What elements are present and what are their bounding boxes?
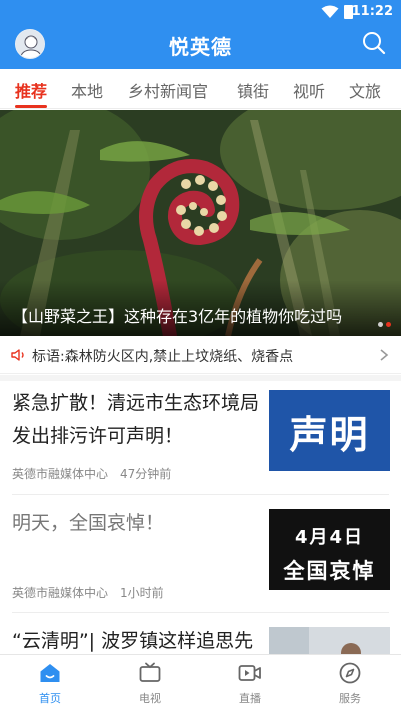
home-icon: [40, 664, 60, 682]
news-meta: 英德市融媒体中心 1小时前: [12, 584, 164, 601]
news-title: 紧急扩散！清远市生态环境局发出排污许可声明！: [12, 392, 260, 447]
app-header: 11:22 悦英德: [0, 0, 401, 69]
carousel-dot: [378, 322, 383, 327]
status-time: 11:22: [351, 4, 393, 19]
news-source: 英德市融媒体中心: [12, 467, 109, 481]
bottom-nav: 首页 电视 直播 服务: [0, 654, 401, 710]
nav-tv[interactable]: 电视: [100, 655, 200, 710]
nav-label: 服务: [339, 692, 361, 705]
wifi-icon: [321, 5, 339, 18]
page-title: 悦英德: [169, 35, 232, 59]
news-title: 明天，全国哀悼！: [12, 512, 165, 534]
channel-tabs: 推荐 本地 乡村新闻官 镇街 视听 文旅: [0, 69, 401, 109]
tab-towns[interactable]: 镇街: [237, 78, 269, 102]
news-thumbnail: 声明: [269, 390, 390, 471]
tab-audio-video[interactable]: 视听: [293, 78, 325, 102]
nav-label: 电视: [139, 692, 161, 705]
tab-culture-tourism[interactable]: 文旅: [349, 78, 381, 102]
active-tab-indicator: [15, 105, 47, 108]
thumbnail-text: 4月4日: [294, 527, 365, 548]
chevron-right-icon: [380, 349, 389, 361]
nav-label: 首页: [39, 692, 61, 705]
notice-text: 标语:森林防火区内,禁止上坟烧纸、烧香点: [32, 349, 294, 365]
status-bar: 11:22: [0, 0, 401, 24]
speaker-icon: [11, 349, 24, 361]
news-item[interactable]: “云清明”| 波罗镇这样追思先: [0, 613, 401, 654]
tab-recommend[interactable]: 推荐: [15, 78, 47, 102]
hero-caption: 【山野菜之王】这种存在3亿年的植物你吃过吗: [12, 307, 343, 326]
carousel-dot-active: [386, 322, 391, 327]
news-source: 英德市融媒体中心: [12, 586, 109, 600]
news-meta: 英德市融媒体中心 47分钟前: [12, 465, 171, 482]
news-time: 1小时前: [120, 586, 164, 600]
live-video-icon: [238, 665, 261, 681]
tab-village-news[interactable]: 乡村新闻官: [128, 78, 208, 102]
carousel-indicator: [375, 312, 391, 331]
news-title: “云清明”| 波罗镇这样追思先: [12, 630, 254, 652]
news-item[interactable]: 明天，全国哀悼！ 英德市融媒体中心 1小时前 4月4日 全国哀悼: [0, 495, 401, 613]
tab-local[interactable]: 本地: [71, 78, 103, 102]
news-thumbnail: 4月4日 全国哀悼: [269, 509, 390, 590]
news-thumbnail: [269, 627, 390, 654]
news-time: 47分钟前: [120, 467, 172, 481]
hero-banner[interactable]: 【山野菜之王】这种存在3亿年的植物你吃过吗: [0, 110, 401, 336]
notice-bar[interactable]: 标语:森林防火区内,禁止上坟烧纸、烧香点: [0, 336, 401, 374]
nav-label: 直播: [239, 692, 261, 705]
compass-icon: [339, 662, 361, 684]
nav-live[interactable]: 直播: [200, 655, 300, 710]
news-item[interactable]: 紧急扩散！清远市生态环境局发出排污许可声明！ 英德市融媒体中心 47分钟前 声明: [0, 381, 401, 495]
search-icon[interactable]: [361, 30, 387, 56]
tv-icon: [139, 662, 161, 682]
nav-services[interactable]: 服务: [300, 655, 400, 710]
nav-home[interactable]: 首页: [0, 655, 100, 710]
thumbnail-text: 全国哀悼: [283, 559, 376, 583]
news-thumbnail-image: [269, 627, 390, 654]
thumbnail-text: 声明: [289, 413, 370, 457]
